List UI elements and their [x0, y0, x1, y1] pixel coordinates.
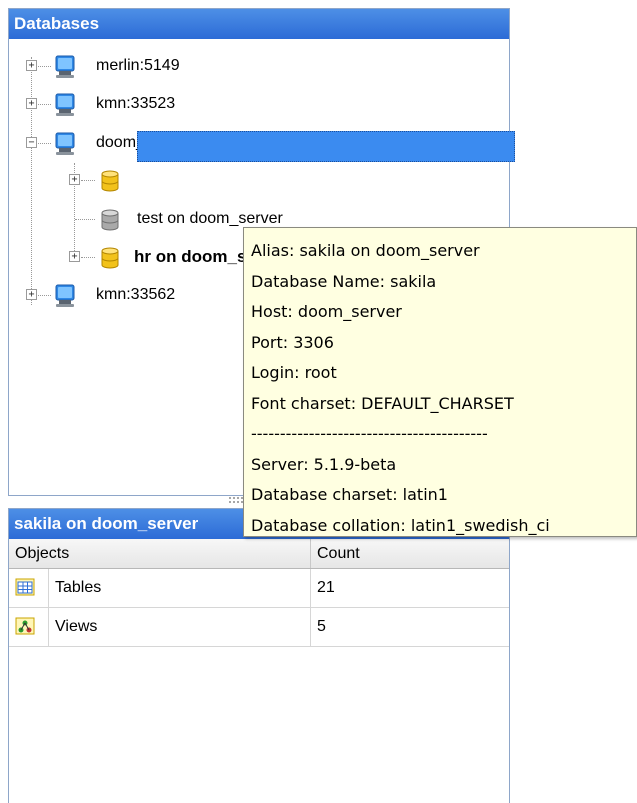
tooltip-font-charset: Font charset: DEFAULT_CHARSET	[251, 393, 514, 413]
expand-icon[interactable]: +	[69, 174, 80, 185]
tree-node-label: merlin:5149	[96, 57, 180, 74]
column-header-count[interactable]: Count	[311, 539, 509, 568]
tree-connector	[38, 295, 51, 296]
tree-node-label: sakila on doom_server	[142, 170, 327, 189]
tooltip-login: Login: root	[251, 363, 337, 382]
view-icon	[15, 617, 35, 635]
row-count: 21	[317, 579, 335, 596]
tooltip-alias: Alias: sakila on doom_server	[251, 241, 480, 260]
table-row[interactable]: Tables 21	[9, 569, 509, 608]
tree-node-server[interactable]: + kmn:33523	[9, 87, 509, 121]
tooltip-database-charset: Database charset: latin1	[251, 485, 448, 504]
expand-icon[interactable]: +	[26, 98, 37, 109]
database-icon	[101, 170, 119, 192]
expand-icon[interactable]: +	[26, 289, 37, 300]
tooltip-host: Host: doom_server	[251, 302, 402, 321]
tooltip-database-collation: Database collation: latin1_swedish_ci	[251, 515, 550, 535]
tooltip-port: Port: 3306	[251, 332, 334, 352]
tooltip-database-name: Database Name: sakila	[251, 271, 437, 291]
tree-connector	[38, 66, 51, 67]
grid-header: Objects Count	[9, 539, 509, 569]
tree-node-label: kmn:33562	[96, 286, 176, 303]
tree-connector	[75, 219, 95, 220]
objects-grid: Objects Count Tables 21 Views 5	[9, 539, 509, 647]
expand-icon[interactable]: +	[69, 251, 80, 262]
row-name: Tables	[49, 569, 311, 607]
server-icon	[55, 93, 75, 116]
table-icon	[15, 578, 35, 596]
database-info-tooltip: Alias: sakila on doom_server Database Na…	[243, 227, 637, 537]
row-icon-cell	[9, 608, 49, 646]
tree-connector	[38, 104, 51, 105]
server-icon	[55, 284, 75, 307]
table-row[interactable]: Views 5	[9, 608, 509, 647]
row-icon-cell	[9, 569, 49, 607]
row-name: Views	[49, 608, 311, 646]
database-disconnected-icon	[101, 209, 119, 231]
tooltip-separator: ----------------------------------------…	[251, 424, 488, 443]
database-icon	[101, 247, 119, 269]
tree-node-server[interactable]: + merlin:5149	[9, 49, 509, 83]
tree-node-label: kmn:33523	[96, 95, 176, 112]
row-count: 5	[317, 618, 326, 635]
tree-node-database-selected[interactable]	[9, 129, 509, 163]
tooltip-server-version: Server: 5.1.9-beta	[251, 454, 397, 474]
tree-connector	[81, 257, 95, 258]
server-icon	[55, 55, 75, 78]
databases-panel-header: Databases	[9, 9, 509, 39]
tree-connector	[81, 180, 95, 181]
objects-panel: sakila on doom_server Objects Count Tabl…	[8, 508, 510, 803]
column-header-objects[interactable]: Objects	[9, 539, 311, 568]
expand-icon[interactable]: +	[26, 60, 37, 71]
tree-node-database[interactable]: + sakila on doom_server	[9, 163, 509, 197]
